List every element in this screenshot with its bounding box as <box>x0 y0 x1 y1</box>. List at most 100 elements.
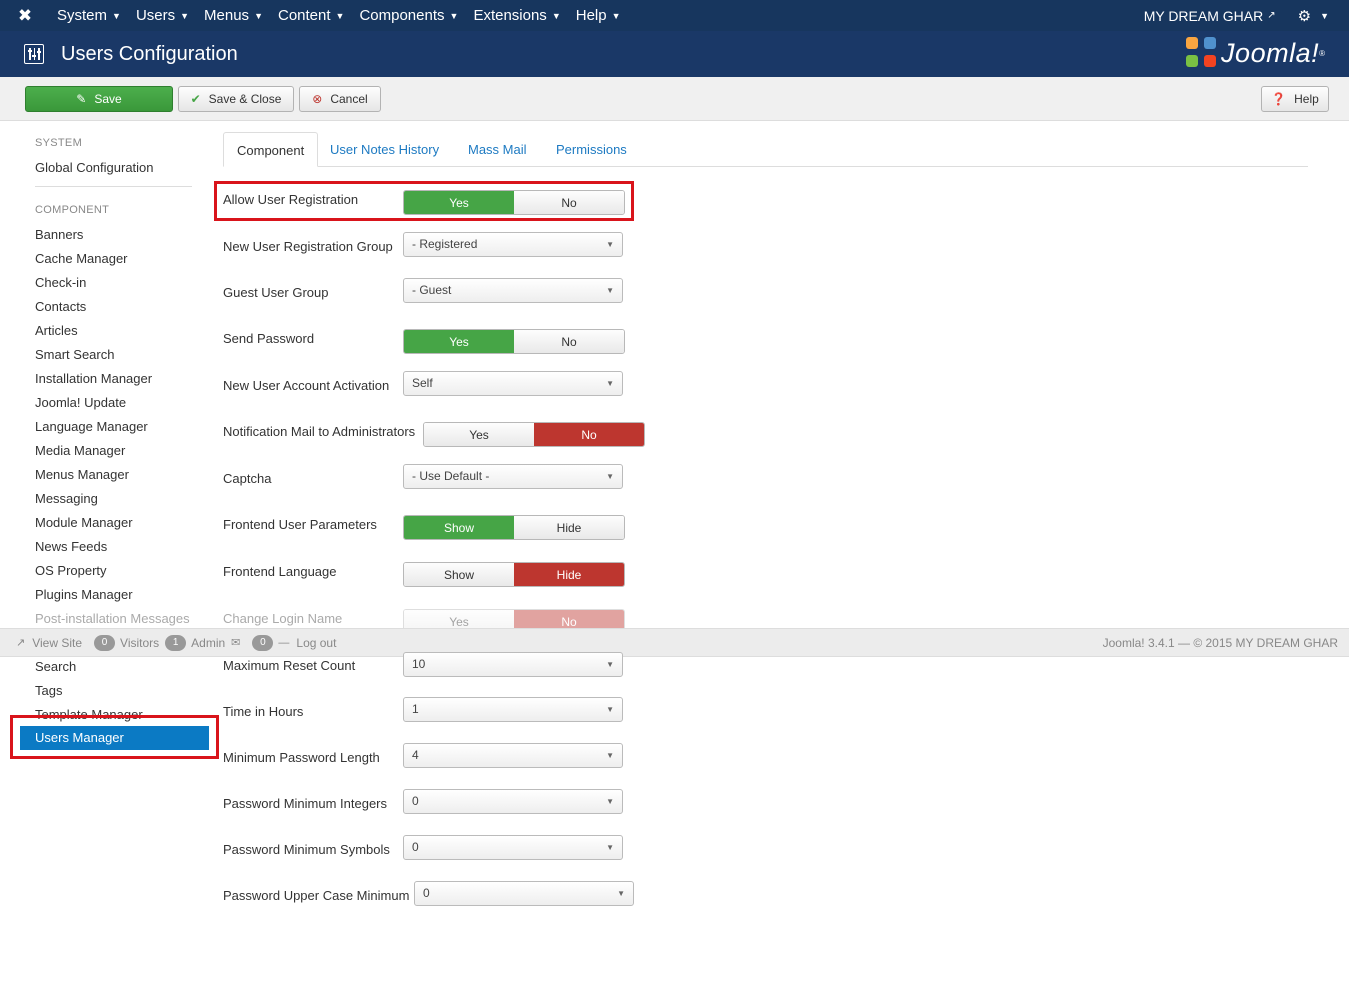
account-activation-label: New User Account Activation <box>223 378 390 393</box>
frontend-params-toggle[interactable]: Show Hide <box>403 515 625 540</box>
toggle-hide[interactable]: Hide <box>514 516 624 539</box>
menu-system[interactable]: System ▼ <box>50 0 129 31</box>
save-close-button[interactable]: ✔ Save & Close <box>178 86 294 112</box>
notification-mail-toggle[interactable]: Yes No <box>423 422 645 447</box>
page-title: Users Configuration <box>61 43 238 65</box>
toggle-no[interactable]: No <box>514 330 624 353</box>
gear-icon: ⚙ <box>1297 7 1312 25</box>
chevron-down-icon: ▼ <box>606 660 614 669</box>
sidebar-item[interactable]: Smart Search <box>35 347 114 362</box>
max-reset-label: Maximum Reset Count <box>223 658 356 673</box>
min-pw-length-select[interactable]: 4 ▼ <box>403 743 623 768</box>
chevron-down-icon: ▼ <box>606 705 614 714</box>
guest-group-select[interactable]: - Guest ▼ <box>403 278 623 303</box>
chevron-down-icon: ▼ <box>617 889 625 898</box>
joomla-brand-icon <box>1186 37 1218 69</box>
site-link[interactable]: MY DREAM GHAR ↗ <box>1144 8 1276 24</box>
equalizer-icon <box>24 44 44 64</box>
pw-min-integers-select[interactable]: 0 ▼ <box>403 789 623 814</box>
captcha-label: Captcha <box>223 471 272 486</box>
chevron-down-icon: ▼ <box>335 10 345 21</box>
visitors-badge: 0 <box>94 634 116 651</box>
sidebar-item[interactable]: Articles <box>35 323 78 338</box>
change-login-label: Change Login Name <box>223 611 343 626</box>
question-icon: ❓ <box>1271 92 1287 106</box>
logout-link[interactable]: Log out <box>296 636 336 650</box>
sidebar-item[interactable]: Contacts <box>35 299 86 314</box>
pw-min-symbols-select[interactable]: 0 ▼ <box>403 835 623 860</box>
tab-component[interactable]: Component <box>223 132 319 167</box>
menu-components[interactable]: Components ▼ <box>352 0 466 31</box>
external-link-icon: ↗ <box>1267 10 1276 21</box>
registered-icon: ® <box>1319 48 1325 58</box>
user-menu[interactable]: ⚙ ▼ <box>1298 7 1329 25</box>
captcha-select[interactable]: - Use Default - ▼ <box>403 464 623 489</box>
sidebar-item[interactable]: Search <box>35 659 76 674</box>
menu-help[interactable]: Help ▼ <box>569 0 629 31</box>
sidebar-item[interactable]: Cache Manager <box>35 251 128 266</box>
registration-group-label: New User Registration Group <box>223 239 393 254</box>
sidebar-item[interactable]: Tags <box>35 683 62 698</box>
tab-permissions[interactable]: Permissions <box>543 132 640 167</box>
send-password-toggle[interactable]: Yes No <box>403 329 625 354</box>
sidebar-item[interactable]: Check-in <box>35 275 86 290</box>
frontend-language-toggle[interactable]: Show Hide <box>403 562 625 587</box>
page-header: Users Configuration Joomla! ® <box>0 31 1349 77</box>
minus-icon: — <box>278 636 290 649</box>
sidebar-item[interactable]: OS Property <box>35 563 107 578</box>
chevron-down-icon: ▼ <box>180 10 190 21</box>
sidebar-item[interactable]: Language Manager <box>35 419 148 434</box>
sidebar-item[interactable]: Module Manager <box>35 515 133 530</box>
toggle-yes[interactable]: Yes <box>404 330 514 353</box>
view-site-link[interactable]: ↗ View Site <box>16 636 82 650</box>
cancel-icon: ⊗ <box>312 92 323 106</box>
toggle-yes[interactable]: Yes <box>424 423 534 446</box>
sidebar-item[interactable]: News Feeds <box>35 539 107 554</box>
sidebar-item[interactable]: Media Manager <box>35 443 125 458</box>
sidebar-heading-system: SYSTEM <box>35 137 83 149</box>
pw-upper-min-label: Password Upper Case Minimum <box>223 888 410 903</box>
sidebar-divider <box>35 186 192 187</box>
tab-user-notes-history[interactable]: User Notes History <box>317 132 452 167</box>
chevron-down-icon: ▼ <box>611 10 621 21</box>
account-activation-select[interactable]: Self ▼ <box>403 371 623 396</box>
messages-indicator[interactable]: 0 — Log out <box>252 634 336 651</box>
sidebar-item[interactable]: Banners <box>35 227 83 242</box>
chevron-down-icon: ▼ <box>254 10 263 21</box>
status-bar: ↗ View Site 0 Visitors 1 Admin ✉ 0 — Log out J… <box>0 628 1349 657</box>
toggle-no[interactable]: No <box>534 423 644 446</box>
menu-users[interactable]: Users ▼ <box>129 0 197 31</box>
sidebar-item[interactable]: Post-installation Messages <box>35 611 190 626</box>
sidebar-item[interactable]: Menus Manager <box>35 467 129 482</box>
sidebar-item[interactable]: Joomla! Update <box>35 395 126 410</box>
help-button[interactable]: ❓ Help <box>1261 86 1329 112</box>
joomla-logo-icon[interactable]: ✖ <box>0 0 50 31</box>
chevron-down-icon: ▼ <box>606 379 614 388</box>
time-hours-select[interactable]: 1 ▼ <box>403 697 623 722</box>
sidebar-item[interactable]: Installation Manager <box>35 371 152 386</box>
registration-group-select[interactable]: - Registered ▼ <box>403 232 623 257</box>
envelope-icon: ✉ <box>231 637 241 649</box>
joomla-brand: Joomla! ® <box>1186 37 1325 69</box>
toggle-show[interactable]: Show <box>404 516 514 539</box>
cancel-button[interactable]: ⊗ Cancel <box>299 86 381 112</box>
pw-min-integers-label: Password Minimum Integers <box>223 796 387 811</box>
max-reset-select[interactable]: 10 ▼ <box>403 652 623 677</box>
pw-upper-min-select[interactable]: 0 ▼ <box>414 881 634 906</box>
save-button[interactable]: ✎ Save <box>25 86 173 112</box>
sidebar-item[interactable]: Messaging <box>35 491 98 506</box>
chevron-down-icon: ▼ <box>606 843 614 852</box>
sidebar-item[interactable]: Plugins Manager <box>35 587 133 602</box>
main-menu: System ▼ Users ▼ Menus ▼ Content ▼ Component… <box>50 0 629 31</box>
sidebar-item-global-configuration[interactable]: Global Configuration <box>35 160 154 175</box>
menu-content[interactable]: Content ▼ <box>271 0 352 31</box>
toggle-hide[interactable]: Hide <box>514 563 624 586</box>
menu-menus[interactable]: Menus ▼ <box>197 0 271 31</box>
status-bar-left: ↗ View Site 0 Visitors 1 Admin ✉ 0 — Log out <box>16 634 342 651</box>
toggle-show[interactable]: Show <box>404 563 514 586</box>
chevron-down-icon: ▼ <box>606 286 614 295</box>
menu-extensions[interactable]: Extensions ▼ <box>466 0 568 31</box>
external-link-icon: ↗ <box>16 637 26 649</box>
tab-mass-mail[interactable]: Mass Mail <box>455 132 540 167</box>
chevron-down-icon: ▼ <box>449 10 459 21</box>
